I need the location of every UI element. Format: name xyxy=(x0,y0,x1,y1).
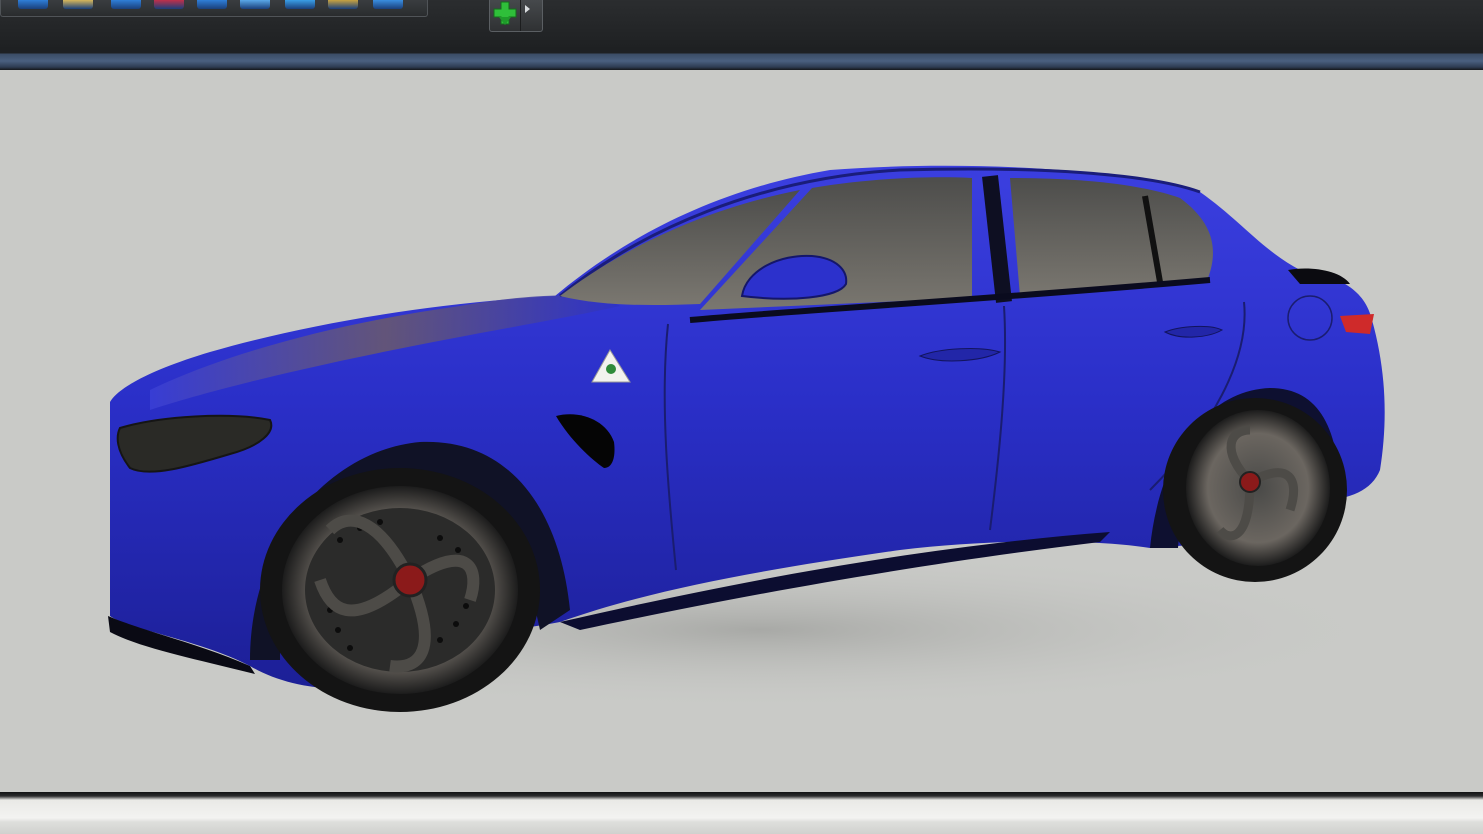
3d-viewport[interactable] xyxy=(0,70,1483,792)
flag-icon[interactable] xyxy=(154,0,184,9)
globe-icon[interactable] xyxy=(285,0,315,9)
window-icon[interactable] xyxy=(111,0,141,9)
material-icon[interactable] xyxy=(63,0,93,9)
window-blue-icon[interactable] xyxy=(373,0,403,9)
view-side-icon[interactable] xyxy=(197,0,227,9)
hub-cap-icon xyxy=(392,562,428,598)
front-wheel xyxy=(260,468,540,712)
cloverleaf-icon xyxy=(606,364,616,374)
add-object-button[interactable] xyxy=(489,0,543,32)
layers-icon[interactable] xyxy=(328,0,358,9)
rear-hub-cap-icon xyxy=(1239,471,1261,493)
dropdown-arrow-icon[interactable] xyxy=(525,5,530,13)
blue-sedan-3d-model xyxy=(108,165,1400,712)
split-separator xyxy=(520,0,521,31)
panel-icon[interactable] xyxy=(240,0,270,9)
rear-wheel xyxy=(1163,398,1347,582)
green-add-icon xyxy=(493,1,517,25)
top-toolbar xyxy=(0,0,1483,51)
status-bar xyxy=(0,792,1483,834)
viewport-title-bar xyxy=(0,50,1483,70)
toolbar-button-group xyxy=(0,0,428,17)
view-front-icon[interactable] xyxy=(18,0,48,9)
